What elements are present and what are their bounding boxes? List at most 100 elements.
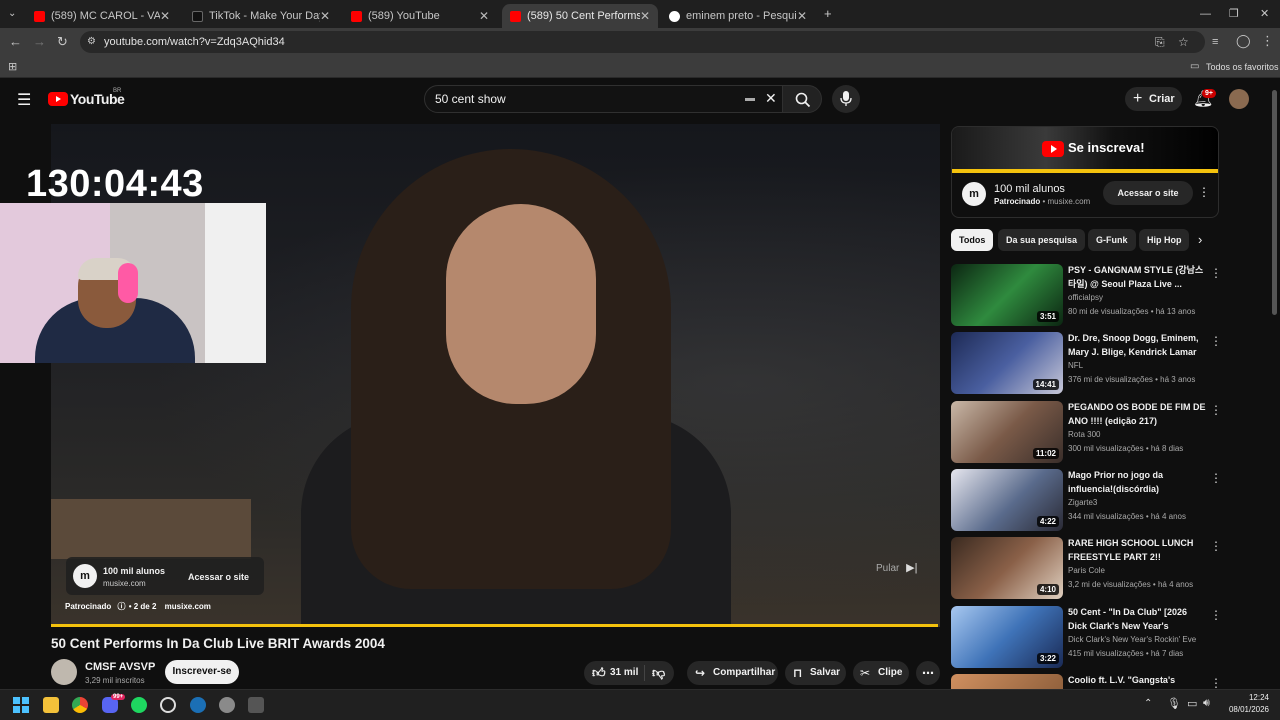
save-button[interactable]: ⊓ Salvar	[785, 661, 846, 685]
rec-menu-icon[interactable]: ⋮	[1210, 266, 1222, 280]
side-ad-menu-icon[interactable]: ⋮	[1198, 185, 1210, 199]
tray-expand-icon[interactable]: ⌃	[1144, 698, 1152, 709]
rec-menu-icon[interactable]: ⋮	[1210, 608, 1222, 622]
browser-tab[interactable]: eminem preto - Pesquisa Googl ✕	[661, 4, 815, 28]
recommendation-item[interactable]: 14:41 Dr. Dre, Snoop Dogg, Eminem, Mary …	[951, 332, 1222, 396]
video-thumbnail[interactable]	[951, 674, 1063, 689]
clock-date[interactable]: 08/01/2026	[1222, 705, 1269, 714]
create-button[interactable]: + Criar	[1125, 87, 1182, 111]
search-input[interactable]: 50 cent show ▬ ✕	[424, 85, 786, 113]
like-count[interactable]: 31 mil	[610, 661, 638, 685]
new-tab-icon[interactable]: +	[824, 7, 832, 21]
close-tab-icon[interactable]: ✕	[479, 9, 489, 23]
tray-network-icon[interactable]: ▭	[1187, 697, 1197, 710]
ad-bar-domain[interactable]: musixe.com	[165, 602, 211, 611]
channel-avatar[interactable]	[51, 659, 77, 685]
video-thumbnail[interactable]: 4:22	[951, 469, 1063, 531]
file-explorer-icon[interactable]	[43, 697, 59, 713]
ad-progress-bar[interactable]	[51, 624, 938, 627]
clock-time[interactable]: 12:24	[1229, 693, 1269, 702]
side-ad-visit-button[interactable]: Acessar o site	[1103, 181, 1193, 205]
browser-tab[interactable]: (589) MC CAROL - VAMPIRO DE ✕	[26, 4, 178, 28]
dislike-icon[interactable]: 👎︎	[652, 661, 665, 685]
rec-title[interactable]: Mago Prior no jogo da influencia!(discór…	[1068, 469, 1206, 496]
rec-title[interactable]: PSY - GANGNAM STYLE (강남스타일) @ Seoul Plaz…	[1068, 264, 1206, 291]
rec-menu-icon[interactable]: ⋮	[1210, 403, 1222, 417]
rec-channel[interactable]: officialpsy	[1068, 293, 1103, 302]
avatar[interactable]	[1229, 89, 1249, 109]
share-button[interactable]: ↪ Compartilhar	[687, 661, 778, 685]
reload-icon[interactable]: ↻	[57, 35, 68, 49]
rec-title[interactable]: PEGANDO OS BODE DE FIM DE ANO !!!! (ediç…	[1068, 401, 1206, 428]
rec-channel[interactable]: Paris Cole	[1068, 566, 1105, 575]
youtube-logo-icon[interactable]	[48, 92, 68, 106]
rec-title[interactable]: Coolio ft. L.V. "Gangsta's	[1068, 674, 1206, 688]
rec-menu-icon[interactable]: ⋮	[1210, 334, 1222, 348]
rec-menu-icon[interactable]: ⋮	[1210, 471, 1222, 485]
rec-title[interactable]: 50 Cent - "In Da Club" [2026 Dick Clark'…	[1068, 606, 1206, 634]
close-tab-icon[interactable]: ✕	[320, 9, 330, 23]
media-controls-icon[interactable]: ≡	[1212, 35, 1218, 49]
recommendation-item[interactable]: Coolio ft. L.V. "Gangsta's ⋮	[951, 674, 1221, 689]
minimize-icon[interactable]: —	[1200, 7, 1211, 21]
menu-icon[interactable]: ⋮	[1261, 34, 1274, 48]
rec-title[interactable]: RARE HIGH SCHOOL LUNCH FREESTYLE PART 2!…	[1068, 537, 1206, 564]
rec-menu-icon[interactable]: ⋮	[1210, 539, 1222, 553]
recommendation-item[interactable]: 3:22 50 Cent - "In Da Club" [2026 Dick C…	[951, 606, 1222, 670]
forward-icon[interactable]: →	[33, 35, 46, 49]
chip-hip-hop[interactable]: Hip Hop	[1139, 229, 1189, 251]
close-tab-icon[interactable]: ✕	[640, 9, 650, 23]
rec-channel[interactable]: Rota 300	[1068, 430, 1100, 439]
chip-from-search[interactable]: Da sua pesquisa	[998, 229, 1086, 251]
close-tab-icon[interactable]: ✕	[160, 9, 170, 23]
browser-tab-active[interactable]: (589) 50 Cent Performs In Da Cl ✕	[502, 4, 658, 28]
recommendation-item[interactable]: 4:22 Mago Prior no jogo da influencia!(d…	[951, 469, 1222, 533]
tray-mic-icon[interactable]: 🎙︎	[1167, 697, 1181, 710]
recommendation-item[interactable]: 11:02 PEGANDO OS BODE DE FIM DE ANO !!!!…	[951, 401, 1222, 465]
install-app-icon[interactable]: ⎘	[1155, 31, 1165, 53]
sidebar-ad[interactable]: Se inscreva! m 100 mil alunos Patrocinad…	[951, 126, 1219, 218]
clip-button[interactable]: ✂ Clipe	[853, 661, 909, 685]
recommendation-item[interactable]: 3:51 PSY - GANGNAM STYLE (강남스타일) @ Seoul…	[951, 264, 1222, 328]
rec-menu-icon[interactable]: ⋮	[1210, 676, 1221, 689]
search-button[interactable]	[782, 85, 822, 113]
video-thumbnail[interactable]: 11:02	[951, 401, 1063, 463]
hamburger-menu-icon[interactable]: ☰	[17, 90, 31, 110]
bookmark-star-icon[interactable]: ☆	[1178, 31, 1189, 53]
like-icon[interactable]: 👍︎	[592, 661, 606, 685]
chip-g-funk[interactable]: G-Funk	[1088, 229, 1136, 251]
video-thumbnail[interactable]: 3:51	[951, 264, 1063, 326]
keyboard-icon[interactable]: ▬	[745, 86, 755, 112]
rec-channel[interactable]: Dick Clark's New Year's Rockin' Eve	[1068, 635, 1196, 644]
back-icon[interactable]: ←	[9, 35, 22, 49]
all-bookmarks-link[interactable]: Todos os favoritos	[1206, 62, 1279, 72]
rec-channel[interactable]: NFL	[1068, 361, 1083, 370]
channel-name[interactable]: CMSF AVSVP	[85, 661, 155, 673]
tab-search-icon[interactable]: ⌄	[8, 7, 16, 21]
info-icon[interactable]: ⓘ	[117, 602, 125, 611]
obs-icon[interactable]	[160, 697, 176, 713]
rec-channel[interactable]: Zigarte3	[1068, 498, 1097, 507]
steam-icon[interactable]	[190, 697, 206, 713]
address-bar[interactable]: ⚙ youtube.com/watch?v=Zdq3AQhid34 ⎘ ☆	[80, 31, 1205, 53]
rec-title[interactable]: Dr. Dre, Snoop Dogg, Eminem, Mary J. Bli…	[1068, 332, 1206, 360]
profile-icon[interactable]: ◯	[1236, 34, 1251, 48]
windows-start-icon[interactable]	[13, 697, 29, 713]
apps-grid-icon[interactable]: ⊞	[8, 60, 17, 74]
spotify-icon[interactable]	[131, 697, 147, 713]
player-ad-card[interactable]: m 100 mil alunos musixe.com Acessar o si…	[66, 557, 264, 595]
video-thumbnail[interactable]: 14:41	[951, 332, 1063, 394]
browser-tab[interactable]: TikTok - Make Your Day ✕	[184, 4, 338, 28]
skip-ad-button[interactable]: Pular ▶|	[876, 561, 917, 574]
close-tab-icon[interactable]: ✕	[797, 9, 807, 23]
maximize-icon[interactable]: ❐	[1229, 7, 1239, 21]
voice-search-button[interactable]	[832, 85, 860, 113]
settings-gear-icon[interactable]	[219, 697, 235, 713]
visit-site-button[interactable]: Acessar o site	[188, 572, 249, 582]
more-actions-icon[interactable]: ⋯	[916, 661, 940, 685]
browser-tab[interactable]: (589) YouTube ✕	[343, 4, 497, 28]
recommendation-item[interactable]: 4:10 RARE HIGH SCHOOL LUNCH FREESTYLE PA…	[951, 537, 1222, 601]
subscribe-button[interactable]: Inscrever-se	[165, 660, 239, 684]
tray-volume-icon[interactable]: 🔊︎	[1203, 697, 1210, 710]
app-icon[interactable]	[248, 697, 264, 713]
